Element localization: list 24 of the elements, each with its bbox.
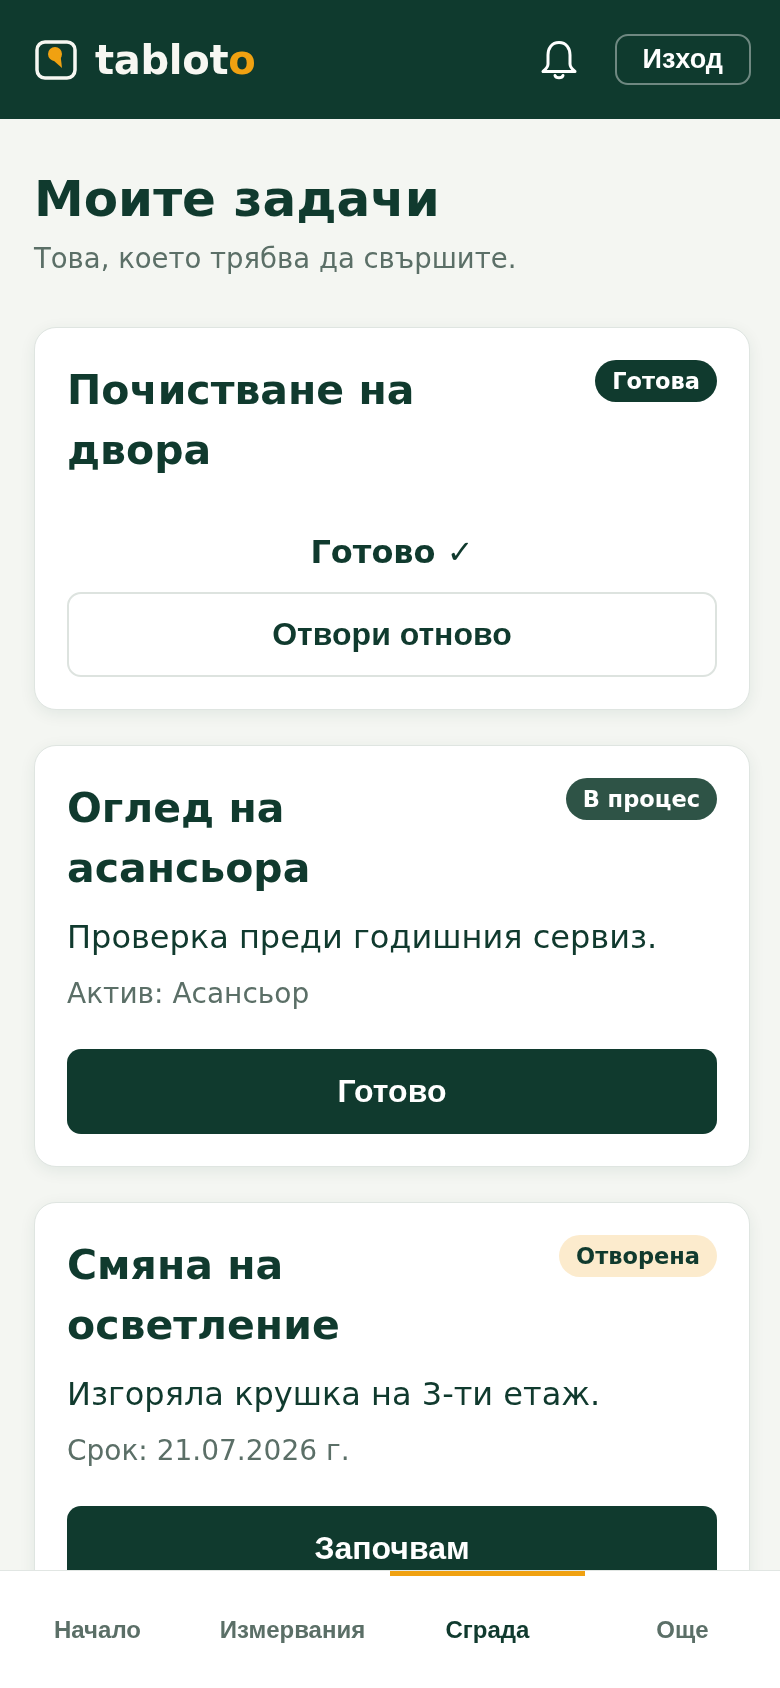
nav-tab[interactable]: Сграда [390, 1571, 585, 1688]
task-description: Проверка преди годишния сервиз. [67, 917, 659, 958]
nav-tab[interactable]: Измервания [195, 1571, 390, 1688]
logo-text: tabloto [95, 35, 256, 84]
task-action-button[interactable]: Отвори отново [67, 592, 717, 677]
task-action-button[interactable]: Готово [67, 1049, 717, 1134]
nav-tab[interactable]: Още [585, 1571, 780, 1688]
status-badge: В процес [565, 778, 717, 820]
status-badge: Готова [595, 360, 717, 402]
task-action-button[interactable]: Започвам [67, 1506, 717, 1570]
nav-tab[interactable]: Начало [0, 1571, 195, 1688]
task-meta: Срок: 21.07.2026 г. [67, 1433, 351, 1469]
done-status-text: Готово ✓ [309, 532, 475, 573]
task-title: Смяна на осветление [67, 1240, 341, 1351]
status-badge: Отворена [559, 1235, 717, 1277]
page-subtitle: Това, което трябва да свършите. [34, 241, 518, 276]
task-title: Почистване на двора [67, 365, 416, 476]
task-meta: Актив: Асансьор [67, 976, 311, 1012]
page-title: Моите задачи [34, 169, 441, 229]
logout-button[interactable]: Изход [614, 34, 751, 85]
task-title: Оглед на асансьора [67, 783, 312, 894]
logo-icon [35, 39, 77, 80]
task-description: Изгоряла крушка на 3-ти етаж. [67, 1374, 602, 1415]
notification-bell-icon[interactable] [539, 38, 578, 81]
